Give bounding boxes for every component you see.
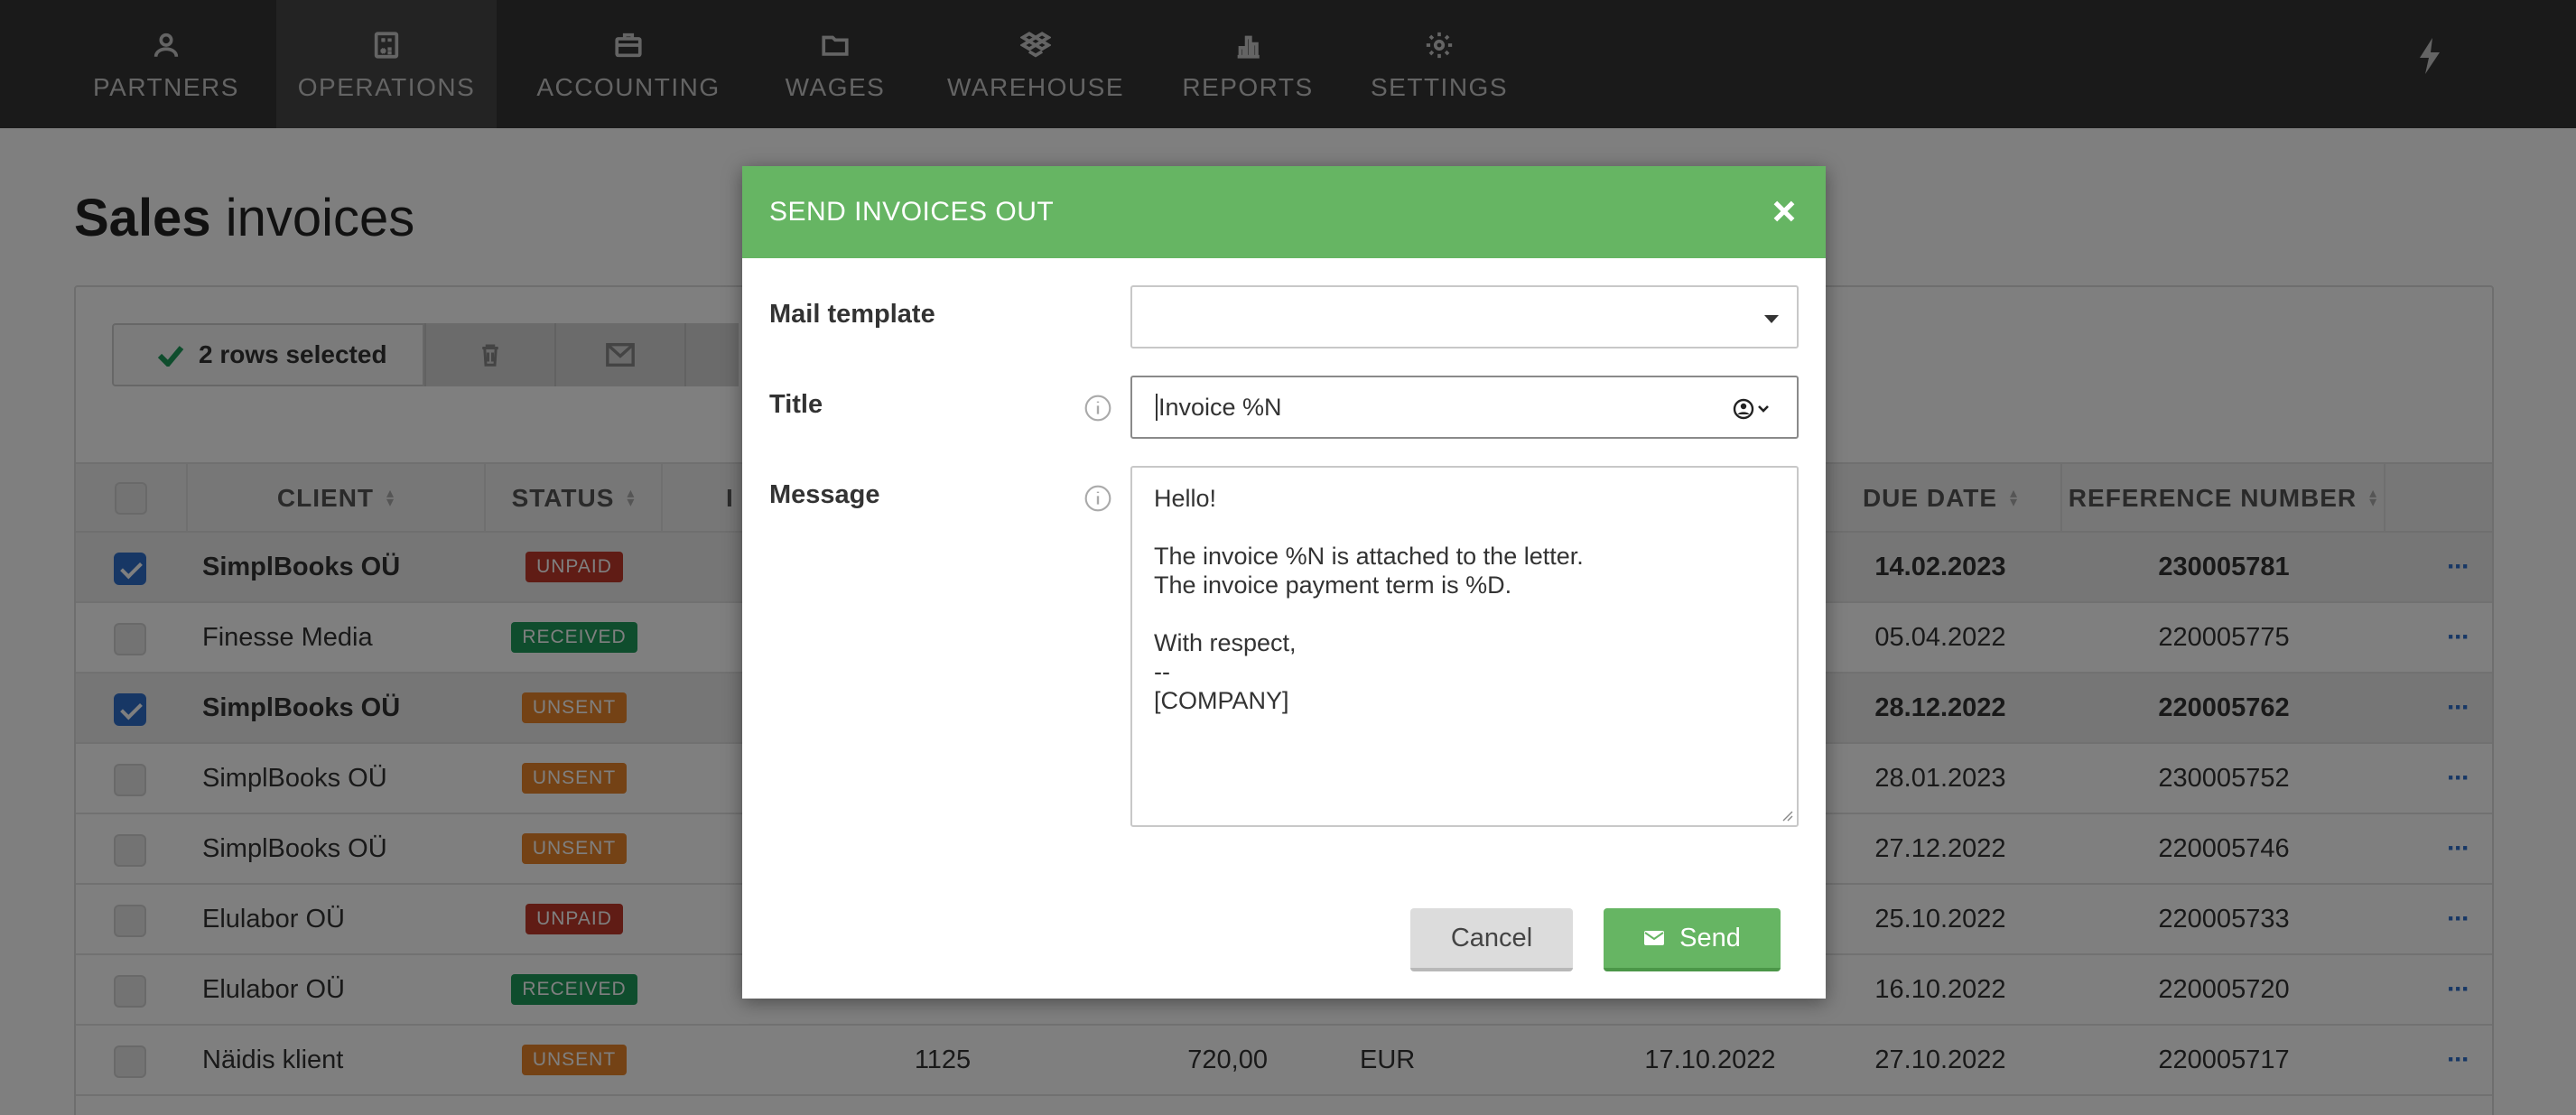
info-icon[interactable] [1083,484,1112,513]
dialog-header: SEND INVOICES OUT [742,166,1826,258]
close-icon[interactable] [1770,197,1799,226]
dialog-title: SEND INVOICES OUT [769,197,1055,227]
resize-handle-icon[interactable] [1781,809,1793,822]
chevron-down-icon [1764,315,1779,323]
mail-template-label: Mail template [769,300,935,329]
variable-picker-icon[interactable] [1732,395,1773,423]
mail-template-select[interactable] [1130,285,1799,348]
info-icon[interactable] [1083,394,1112,423]
send-invoices-dialog: SEND INVOICES OUT Mail template Title In… [742,166,1826,999]
message-label: Message [769,480,880,509]
cancel-button[interactable]: Cancel [1410,908,1573,971]
text-cursor [1156,394,1158,421]
message-textarea[interactable]: Hello! The invoice %N is attached to the… [1130,466,1799,827]
send-button[interactable]: Send [1604,908,1781,971]
envelope-icon [1644,931,1665,945]
title-label: Title [769,390,823,419]
title-input[interactable]: Invoice %N [1130,376,1799,439]
